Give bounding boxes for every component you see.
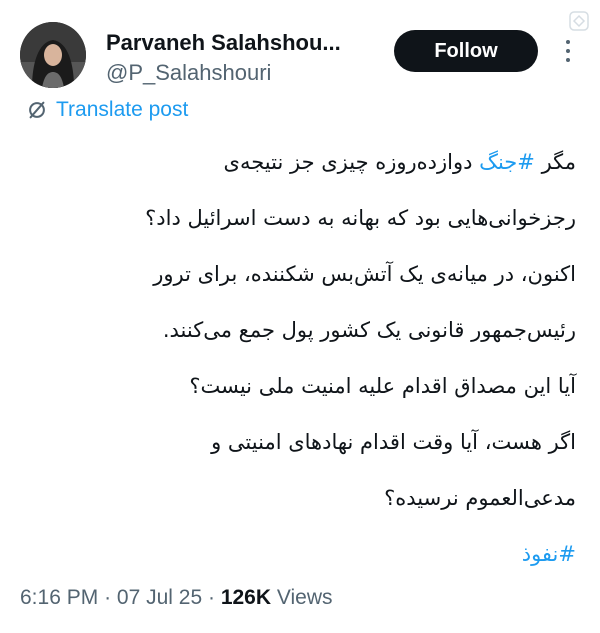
post-metadata: 6:16 PM · 07 Jul 25 · 126K Views xyxy=(20,586,333,610)
post-text-line: رجزخوانی‌هایی بود که بهانه به دست اسرائی… xyxy=(145,206,576,230)
post-header: Parvaneh Salahshou... @P_Salahshouri Fol… xyxy=(20,22,580,92)
more-options-icon[interactable] xyxy=(557,36,579,66)
avatar-portrait-icon xyxy=(20,22,86,88)
post-text-line: #نفوذ xyxy=(20,532,576,588)
post-date[interactable]: 07 Jul 25 xyxy=(117,586,202,609)
views-count[interactable]: 126K xyxy=(221,586,271,609)
post-text-line: مگر #جنگ دوازده‌روزه چیزی جز نتیجه‌ی xyxy=(20,140,576,196)
post-time[interactable]: 6:16 PM xyxy=(20,586,98,609)
post-text: مگر #جنگ دوازده‌روزه چیزی جز نتیجه‌ی رجز… xyxy=(20,140,576,588)
post-text-line: اگر هست، آیا وقت اقدام نهادهای امنیتی و xyxy=(211,430,576,454)
author-name[interactable]: Parvaneh Salahshou... xyxy=(106,30,341,56)
avatar[interactable] xyxy=(20,22,86,88)
translate-post-label: Translate post xyxy=(56,98,189,121)
post-text-line: آیا این مصداق اقدام علیه امنیت ملی نیست؟ xyxy=(189,374,576,398)
author-handle[interactable]: @P_Salahshouri xyxy=(106,60,271,86)
translate-post-link[interactable]: Translate post xyxy=(26,98,188,122)
hashtag-link[interactable]: #نفوذ xyxy=(522,542,576,566)
views-label: Views xyxy=(276,586,333,609)
post-text-line: مدعی‌العموم نرسیده؟ xyxy=(384,486,576,510)
hashtag-link[interactable]: #جنگ xyxy=(479,150,535,174)
post-text-segment: دوازده‌روزه چیزی جز نتیجه‌ی xyxy=(223,150,480,174)
post-text-line: اکنون، در میانه‌ی یک آتش‌بس شکننده، برای… xyxy=(153,262,576,286)
meta-separator: · xyxy=(104,586,112,609)
meta-separator: · xyxy=(207,586,215,609)
follow-button[interactable]: Follow xyxy=(394,30,538,72)
post-text-segment: مگر xyxy=(534,150,576,174)
post-text-line: رئیس‌جمهور قانونی یک کشور پول جمع می‌کنن… xyxy=(162,318,576,342)
translate-icon xyxy=(29,101,45,119)
